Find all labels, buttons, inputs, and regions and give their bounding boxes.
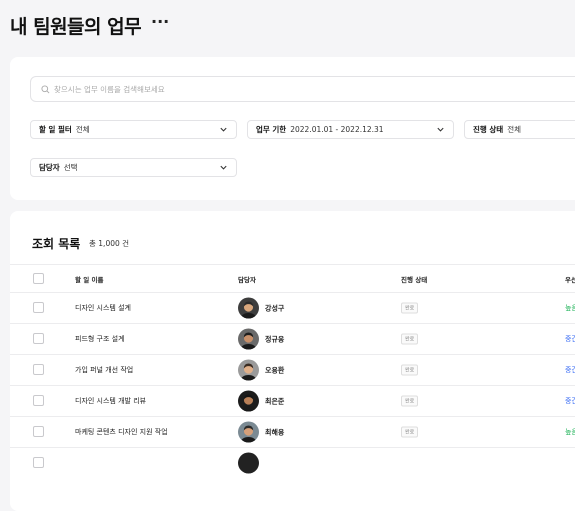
table-row[interactable]: 가입 퍼널 개선 작업 오용환 완료 중간 [10, 354, 575, 385]
task-name[interactable]: 디자인 시스템 설계 [75, 303, 131, 313]
owner-select[interactable]: 담당자 선택 [30, 158, 237, 177]
column-header-priority[interactable]: 우선 [565, 274, 575, 284]
status-cell: 완료 [401, 426, 419, 438]
owner-cell: 최은준 [238, 390, 285, 412]
filter-panel: 할 일 필터 전체 업무 기한 2022.01.01 - 2022.12.31 … [10, 57, 575, 200]
status-badge: 완료 [401, 333, 419, 345]
status-badge: 완료 [401, 302, 419, 314]
table-row[interactable]: 마케팅 콘텐츠 디자인 지원 작업 최해용 완료 높음 [10, 416, 575, 447]
search-box[interactable] [30, 76, 575, 102]
status-badge: 완료 [401, 364, 419, 376]
chevron-down-icon [220, 127, 227, 132]
todo-filter-value: 전체 [75, 125, 90, 134]
column-header-owner[interactable]: 담당자 [238, 274, 256, 284]
owner-name: 최은준 [265, 397, 285, 405]
priority-label: 중간 [565, 397, 575, 405]
column-header-status[interactable]: 진행 상태 [401, 274, 427, 284]
task-name[interactable]: 마케팅 콘텐츠 디자인 지원 작업 [75, 427, 168, 437]
avatar [238, 297, 259, 319]
avatar [238, 328, 259, 350]
owner-label: 담당자 [39, 163, 60, 172]
status-label: 진행 상태 [473, 125, 504, 134]
status-cell: 완료 [401, 364, 419, 376]
owner-cell: 정규웅 [238, 328, 285, 350]
status-select[interactable]: 진행 상태 전체 [464, 120, 575, 139]
list-title: 조회 목록 [32, 237, 81, 251]
row-checkbox[interactable] [33, 426, 44, 437]
status-value: 전체 [507, 125, 522, 134]
owner-name: 오용환 [265, 366, 285, 374]
period-value: 2022.01.01 - 2022.12.31 [290, 125, 384, 134]
page-title: 내 팀원들의 업무 [10, 16, 142, 38]
status-cell: 완료 [401, 395, 419, 407]
table-header: 할 일 이름 담당자 진행 상태 우선 [10, 264, 575, 292]
task-list-panel: 조회 목록 총 1,000 건 할 일 이름 담당자 진행 상태 우선 디자인 … [10, 211, 575, 511]
avatar [238, 421, 259, 443]
period-select[interactable]: 업무 기한 2022.01.01 - 2022.12.31 [247, 120, 454, 139]
avatar [238, 359, 259, 381]
avatar [238, 452, 259, 474]
owner-value: 선택 [63, 163, 78, 172]
row-checkbox[interactable] [33, 457, 44, 468]
priority-label: 중간 [565, 335, 575, 343]
row-checkbox[interactable] [33, 333, 44, 344]
status-badge: 완료 [401, 395, 419, 407]
avatar [238, 390, 259, 412]
select-all-checkbox[interactable] [33, 272, 44, 284]
priority-label: 높음 [565, 428, 575, 436]
ellipsis-icon[interactable]: ··· [151, 12, 169, 31]
owner-name: 최해용 [265, 428, 285, 436]
row-checkbox[interactable] [33, 364, 44, 375]
priority-label: 중간 [565, 366, 575, 374]
row-checkbox[interactable] [33, 302, 44, 313]
task-name[interactable]: 디자인 시스템 개발 리뷰 [75, 396, 146, 406]
status-cell: 완료 [401, 302, 419, 314]
owner-name: 강성구 [265, 304, 285, 312]
search-input[interactable] [54, 84, 354, 94]
owner-cell [238, 452, 265, 474]
owner-cell: 최해용 [238, 421, 285, 443]
table-row[interactable]: 디자인 시스템 개발 리뷰 최은준 완료 중간 [10, 385, 575, 416]
table-row[interactable]: 피드형 구조 설계 정규웅 완료 중간 [10, 323, 575, 354]
task-name[interactable]: 피드형 구조 설계 [75, 334, 125, 344]
todo-filter-label: 할 일 필터 [39, 125, 72, 134]
table-row[interactable] [10, 447, 575, 478]
row-checkbox[interactable] [33, 395, 44, 406]
column-header-name[interactable]: 할 일 이름 [75, 274, 103, 284]
chevron-down-icon [437, 127, 444, 132]
list-count: 총 1,000 건 [89, 239, 130, 248]
owner-cell: 강성구 [238, 297, 285, 319]
period-label: 업무 기한 [256, 125, 287, 134]
task-table: 할 일 이름 담당자 진행 상태 우선 디자인 시스템 설계 강성구 완료 높음… [10, 264, 575, 478]
table-row[interactable]: 디자인 시스템 설계 강성구 완료 높음 [10, 292, 575, 323]
status-badge: 완료 [401, 426, 419, 438]
task-name[interactable]: 가입 퍼널 개선 작업 [75, 365, 133, 375]
owner-cell: 오용환 [238, 359, 285, 381]
owner-name: 정규웅 [265, 335, 285, 343]
chevron-down-icon [220, 165, 227, 170]
priority-label: 높음 [565, 304, 575, 312]
todo-filter-select[interactable]: 할 일 필터 전체 [30, 120, 237, 139]
status-cell: 완료 [401, 333, 419, 345]
search-icon [41, 84, 50, 93]
